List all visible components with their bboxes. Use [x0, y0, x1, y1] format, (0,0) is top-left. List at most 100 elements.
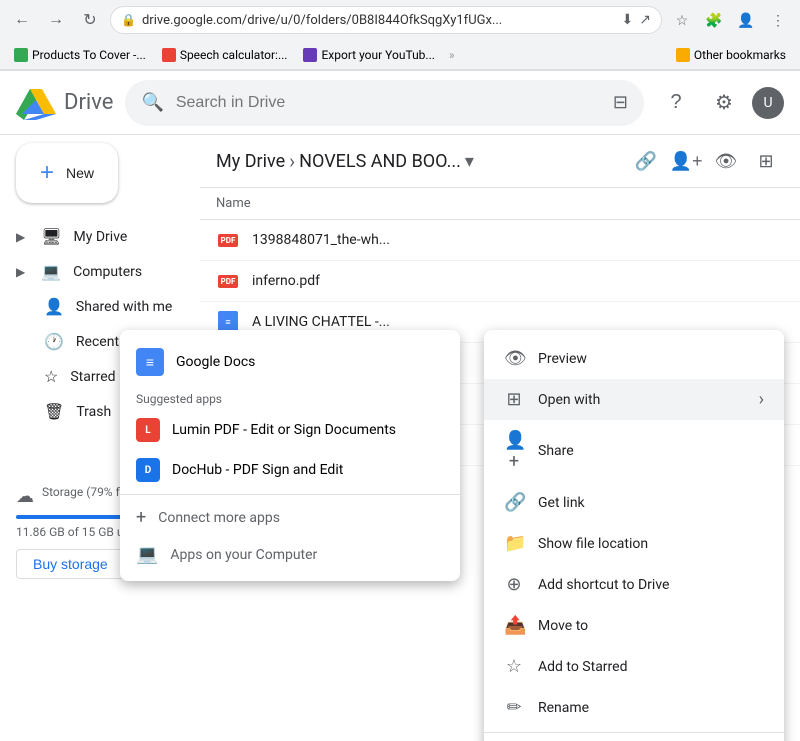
- context-preview[interactable]: 👁 Preview: [484, 338, 784, 379]
- storage-cloud-icon: ☁: [16, 486, 34, 507]
- dochub-icon: D: [136, 458, 160, 482]
- pdf-icon: PDF: [216, 269, 240, 293]
- preview-button[interactable]: 👁: [708, 143, 744, 179]
- suggested-apps-label: Suggested apps: [120, 386, 460, 410]
- starred-icon: ☆: [44, 367, 58, 386]
- bookmark-speech[interactable]: Speech calculator:...: [156, 46, 294, 64]
- context-rename[interactable]: ✏ Rename: [484, 687, 784, 728]
- add-person-button[interactable]: 👤+: [668, 143, 704, 179]
- context-move-to[interactable]: 📤 Move to: [484, 605, 784, 646]
- rename-icon: ✏: [504, 697, 524, 718]
- context-add-starred[interactable]: ☆ Add to Starred: [484, 646, 784, 687]
- context-view-details[interactable]: ℹ View details: [484, 737, 784, 741]
- file-name: inferno.pdf: [252, 273, 784, 289]
- other-bookmarks-label: Other bookmarks: [694, 48, 786, 62]
- file-list-header: Name: [200, 188, 800, 220]
- star-button[interactable]: ☆: [668, 6, 696, 34]
- browser-icons: ☆ 🧩 👤 ⋮: [668, 6, 792, 34]
- bookmark-export[interactable]: Export your YouTub...: [297, 46, 440, 64]
- search-input-wrap[interactable]: 🔍 ⊟: [125, 80, 644, 126]
- open-with-submenu: ≡ Google Docs Suggested apps L Lumin PDF…: [120, 330, 460, 581]
- preview-label: Preview: [538, 351, 764, 367]
- bookmark-favicon: [303, 48, 317, 62]
- show-location-label: Show file location: [538, 536, 764, 552]
- bookmark-label: Products To Cover -...: [32, 48, 146, 62]
- context-share[interactable]: 👤+ Share: [484, 420, 784, 482]
- context-add-shortcut[interactable]: ⊕ Add shortcut to Drive: [484, 564, 784, 605]
- connect-apps-option[interactable]: + Connect more apps: [120, 499, 460, 536]
- avatar[interactable]: U: [752, 87, 784, 119]
- breadcrumb-separator: ›: [289, 149, 295, 173]
- dochub-label: DocHub - PDF Sign and Edit: [172, 462, 343, 478]
- address-bar[interactable]: 🔒 drive.google.com/drive/u/0/folders/0B8…: [110, 6, 662, 34]
- plus-icon: +: [40, 159, 54, 187]
- submenu-divider: [120, 494, 460, 495]
- open-with-arrow: ›: [759, 389, 764, 410]
- lumin-option[interactable]: L Lumin PDF - Edit or Sign Documents: [120, 410, 460, 450]
- sidebar-item-my-drive[interactable]: ▶ 🖥 My Drive: [0, 219, 192, 254]
- computer-apps-label: Apps on your Computer: [170, 547, 317, 563]
- context-show-location[interactable]: 📁 Show file location: [484, 523, 784, 564]
- context-get-link[interactable]: 🔗 Get link: [484, 482, 784, 523]
- show-location-icon: 📁: [504, 533, 524, 554]
- bookmark-favicon: [14, 48, 28, 62]
- google-docs-label: Google Docs: [176, 354, 255, 370]
- help-button[interactable]: ?: [656, 83, 696, 123]
- get-link-label: Get link: [538, 495, 764, 511]
- move-to-icon: 📤: [504, 615, 524, 636]
- pdf-icon: PDF: [216, 228, 240, 252]
- lumin-label: Lumin PDF - Edit or Sign Documents: [172, 422, 396, 438]
- forward-button[interactable]: →: [42, 6, 70, 34]
- context-open-with[interactable]: ⊞ Open with ›: [484, 379, 784, 420]
- file-name: 1398848071_the-wh...: [252, 232, 784, 248]
- breadcrumb-dropdown[interactable]: ▾: [465, 151, 474, 172]
- buy-storage-button[interactable]: Buy storage: [16, 549, 125, 579]
- browser-toolbar: ← → ↻ 🔒 drive.google.com/drive/u/0/folde…: [0, 0, 800, 40]
- bookmark-more[interactable]: »: [449, 48, 455, 62]
- add-shortcut-label: Add shortcut to Drive: [538, 577, 764, 593]
- logo-text: Drive: [64, 90, 113, 115]
- extension-button[interactable]: 🧩: [700, 6, 728, 34]
- file-row[interactable]: PDF 1398848071_the-wh...: [200, 220, 800, 261]
- grid-view-button[interactable]: ⊞: [748, 143, 784, 179]
- connect-icon: +: [136, 507, 146, 528]
- file-name: A LIVING CHATTEL -...: [252, 314, 784, 330]
- sidebar-item-label: Trash: [76, 404, 111, 420]
- move-to-label: Move to: [538, 618, 764, 634]
- open-with-icon: ⊞: [504, 389, 524, 410]
- back-button[interactable]: ←: [8, 6, 36, 34]
- trash-icon: 🗑: [44, 402, 64, 421]
- url-text: drive.google.com/drive/u/0/folders/0B8I8…: [142, 13, 616, 28]
- profile-button[interactable]: 👤: [732, 6, 760, 34]
- add-starred-label: Add to Starred: [538, 659, 764, 675]
- settings-button[interactable]: ⚙: [704, 83, 744, 123]
- reload-button[interactable]: ↻: [76, 6, 104, 34]
- computer-apps-option[interactable]: 💻 Apps on your Computer: [120, 536, 460, 573]
- new-button[interactable]: + New: [16, 143, 118, 203]
- bookmark-products[interactable]: Products To Cover -...: [8, 46, 152, 64]
- sidebar-item-shared[interactable]: 👤 Shared with me: [0, 289, 192, 324]
- sidebar-item-computers[interactable]: ▶ 💻 Computers: [0, 254, 192, 289]
- search-bar: 🔍 ⊟: [125, 80, 644, 126]
- sidebar-item-label: Shared with me: [76, 299, 172, 315]
- expand-icon: ▶: [16, 230, 25, 244]
- tune-icon[interactable]: ⊟: [613, 92, 628, 113]
- context-menu: 👁 Preview ⊞ Open with › 👤+ Share 🔗 Get l…: [484, 330, 784, 741]
- menu-button[interactable]: ⋮: [764, 6, 792, 34]
- other-bookmarks[interactable]: Other bookmarks: [670, 46, 792, 64]
- dochub-option[interactable]: D DocHub - PDF Sign and Edit: [120, 450, 460, 490]
- search-icon: 🔍: [141, 92, 163, 113]
- file-row[interactable]: PDF inferno.pdf: [200, 261, 800, 302]
- breadcrumb: My Drive › NOVELS AND BOO... ▾: [216, 149, 474, 173]
- search-input[interactable]: [176, 94, 601, 112]
- bookmark-favicon: [162, 48, 176, 62]
- recent-icon: 🕐: [44, 332, 64, 351]
- browser-chrome: ← → ↻ 🔒 drive.google.com/drive/u/0/folde…: [0, 0, 800, 71]
- drive-toolbar: My Drive › NOVELS AND BOO... ▾ 🔗 👤+ 👁 ⊞: [200, 135, 800, 188]
- link-icon-button[interactable]: 🔗: [628, 143, 664, 179]
- drive-logo: Drive: [16, 86, 113, 120]
- sidebar-item-label: Computers: [73, 264, 142, 280]
- sidebar-item-label: My Drive: [74, 229, 128, 245]
- google-docs-option[interactable]: ≡ Google Docs: [120, 338, 460, 386]
- breadcrumb-root[interactable]: My Drive: [216, 151, 285, 172]
